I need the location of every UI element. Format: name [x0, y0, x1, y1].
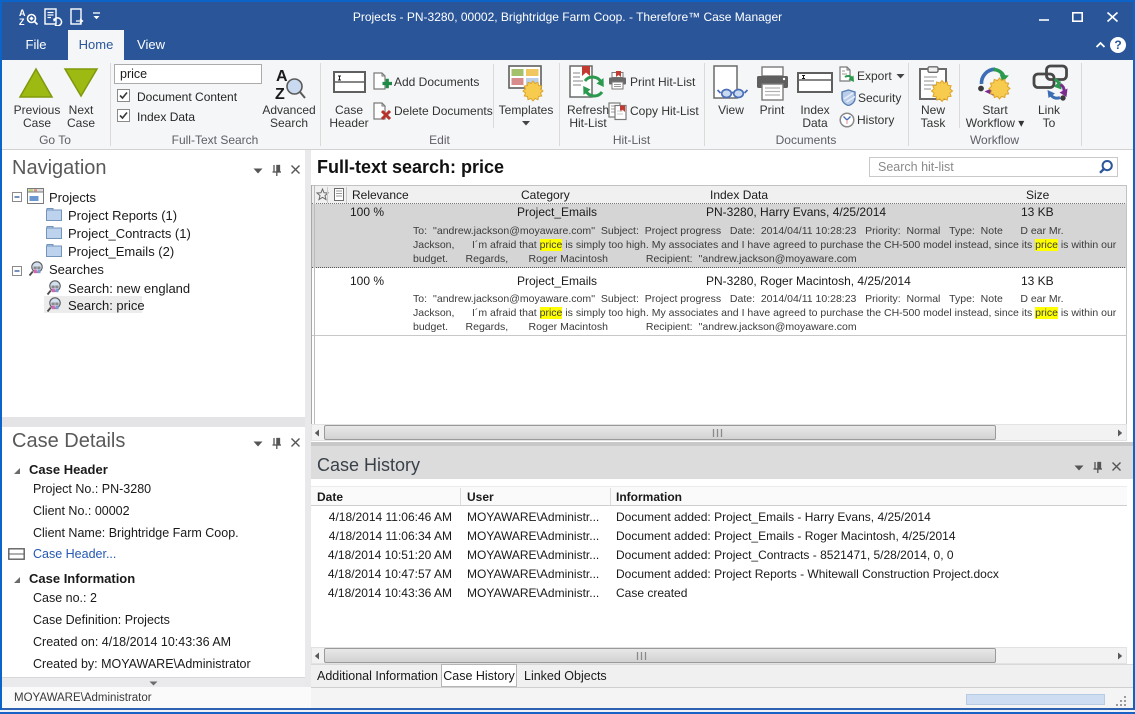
svg-text:Z: Z	[275, 86, 285, 103]
svg-text:A: A	[276, 68, 288, 85]
